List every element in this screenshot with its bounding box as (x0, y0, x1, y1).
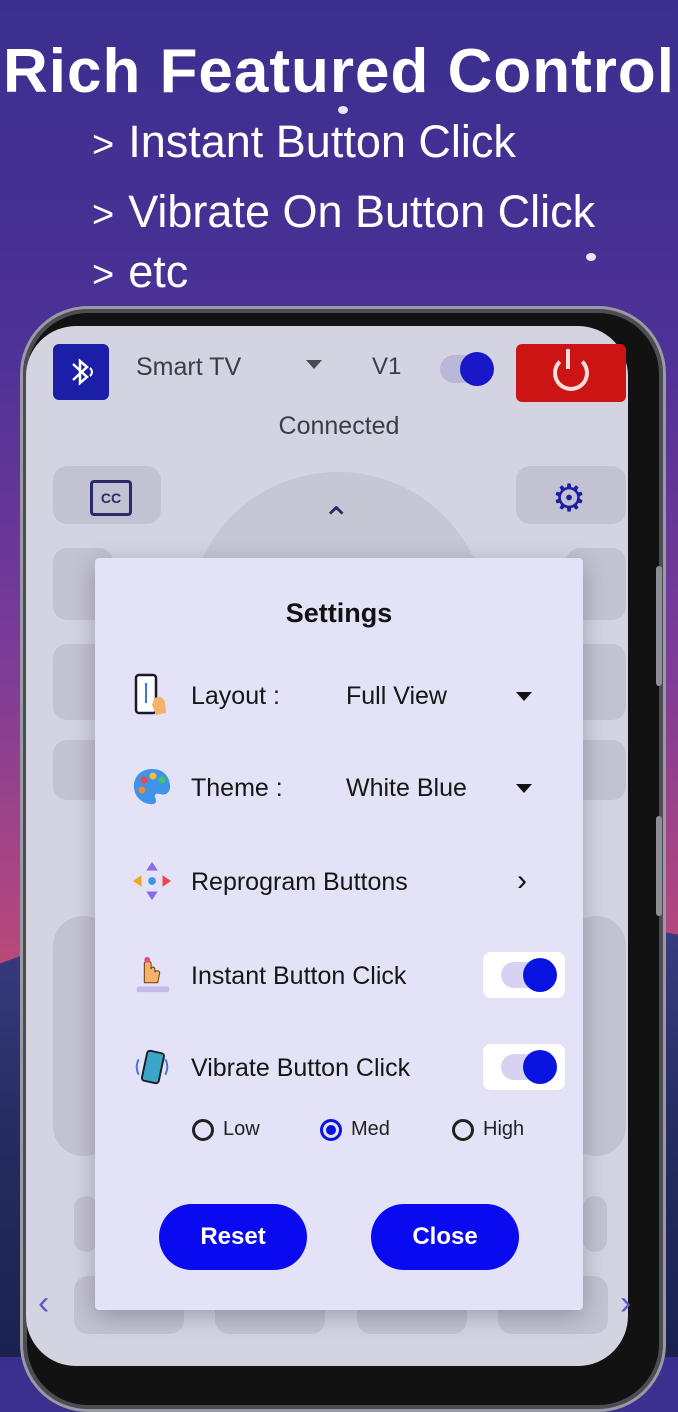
chevron-icon: > (92, 194, 115, 236)
promo-line-3: > etc (92, 246, 189, 297)
chevron-right-icon[interactable]: › (517, 864, 527, 898)
dropdown-caret-icon[interactable] (306, 360, 322, 369)
promo-line-1: > Instant Button Click (92, 116, 516, 167)
version-label: V1 (372, 353, 402, 380)
bluetooth-icon[interactable] (53, 344, 109, 400)
gear-icon: ⚙ (552, 478, 587, 520)
close-button[interactable]: Close (371, 1204, 519, 1270)
decor-dot (338, 106, 348, 114)
chevron-left-icon[interactable]: ‹ (38, 1284, 49, 1323)
remote-button[interactable] (583, 1196, 607, 1252)
cc-icon: CC (90, 480, 132, 516)
decor-dot (586, 253, 596, 261)
device-name[interactable]: Smart TV (136, 353, 241, 382)
power-button[interactable] (516, 344, 626, 402)
settings-dialog: Settings Layout : Full View Theme : Whit… (95, 558, 583, 1310)
chevron-icon: > (92, 254, 115, 296)
power-icon (553, 349, 589, 391)
theme-select[interactable]: White Blue (346, 774, 467, 803)
instant-click-toggle[interactable] (483, 952, 565, 998)
phone-side-button (656, 566, 662, 686)
vibration-high-radio[interactable]: High (452, 1118, 524, 1141)
layout-select[interactable]: Full View (346, 682, 447, 711)
reprogram-label[interactable]: Reprogram Buttons (191, 868, 408, 897)
vibration-low-radio[interactable]: Low (192, 1118, 260, 1141)
vibrate-icon (131, 1046, 173, 1088)
dropdown-caret-icon[interactable] (516, 784, 532, 793)
phone-icon (131, 673, 173, 716)
vibration-med-radio[interactable]: Med (320, 1118, 390, 1141)
layout-label: Layout : (191, 682, 280, 710)
chevron-up-icon[interactable]: ⌃ (322, 500, 351, 540)
move-arrows-icon (131, 860, 173, 902)
theme-label: Theme : (191, 774, 283, 802)
vibrate-click-toggle[interactable] (483, 1044, 565, 1090)
vibrate-click-label: Vibrate Button Click (191, 1054, 411, 1082)
dropdown-caret-icon[interactable] (516, 692, 532, 701)
chevron-right-icon[interactable]: › (620, 1284, 631, 1323)
tap-icon (131, 954, 173, 996)
instant-click-label: Instant Button Click (191, 962, 407, 990)
reset-button[interactable]: Reset (159, 1204, 307, 1270)
phone-side-button (656, 816, 662, 916)
chevron-icon: > (92, 124, 115, 166)
version-toggle-knob (460, 352, 494, 386)
palette-icon (131, 766, 173, 808)
promo-title: Rich Featured Control (2, 37, 676, 106)
connection-status: Connected (278, 412, 400, 440)
dialog-title: Settings (285, 598, 393, 628)
promo-line-2: > Vibrate On Button Click (92, 186, 596, 237)
